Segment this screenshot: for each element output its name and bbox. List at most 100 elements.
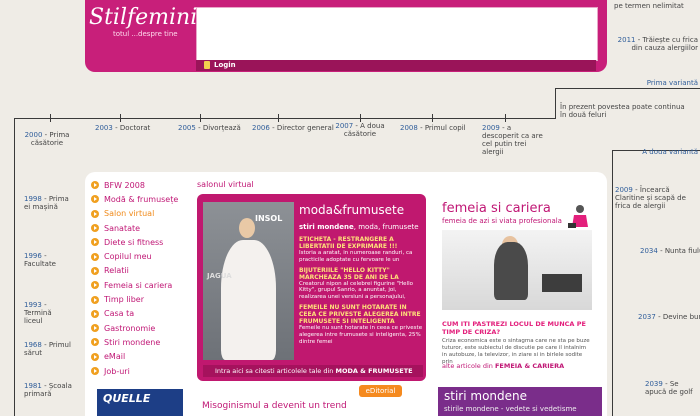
arrow-right-icon [91, 352, 99, 361]
arrow-right-icon [91, 266, 99, 275]
timeline-year: 2037 [638, 313, 656, 321]
arrow-right-icon [91, 324, 99, 333]
sidebar-item-copilul[interactable]: Copilul meu [91, 249, 187, 263]
sidebar-item-joburi[interactable]: Job-uri [91, 364, 187, 378]
timeline-year: 2011 [617, 36, 636, 44]
banner-area [196, 7, 598, 61]
woman-figure [494, 242, 528, 300]
sidebar-item-email[interactable]: eMail [91, 350, 187, 364]
editorial-badge: eDitorial [359, 385, 402, 397]
story-text: Istoria a aratat, in numeroase randuri, … [299, 250, 413, 263]
timeline-line-middle [14, 118, 556, 119]
sidebar-item-casa[interactable]: Casa ta [91, 307, 187, 321]
moda-heading[interactable]: moda&frumusete [299, 203, 404, 217]
stiri-heading[interactable]: stiri mondene [444, 389, 527, 403]
timeline-line-top [555, 88, 700, 89]
timeline-event: 2005 - Divorțează [178, 124, 241, 132]
timeline-tick [120, 114, 121, 122]
moda-feature-photo[interactable]: INSOL JAGUA [203, 202, 294, 360]
timeline-variant-two: A doua variantă [642, 148, 698, 156]
sidebar-item-label: Stiri mondene [104, 337, 161, 347]
sidebar-item-bfw[interactable]: BFW 2008 [91, 178, 187, 192]
timeline-year: 1996 [24, 252, 42, 260]
sidebar-item-cariera[interactable]: Femeia si cariera [91, 278, 187, 292]
story-headline[interactable]: FEMEILE NU SUNT HOTARATE IN CEEA CE PRIV… [299, 304, 423, 325]
sidebar-item-label: Job-uri [104, 366, 130, 376]
timeline-event: 2037 - Devine bunică [638, 313, 700, 321]
timeline-tick [50, 114, 51, 122]
sidebar-item-stiri[interactable]: Stiri mondene [91, 335, 187, 349]
timeline-year: 2008 [400, 124, 418, 132]
timeline-tick [505, 114, 506, 122]
photo-sign-text: INSOL [255, 214, 283, 223]
timeline-tick [200, 114, 201, 122]
sidebar-item-timp-liber[interactable]: Timp liber [91, 292, 187, 306]
timeline-event: 2008 - Primul copil [400, 124, 466, 132]
timeline-event-text: - Divorțează [198, 124, 241, 132]
story-text: Creatorul nipon al celebrei figurine "He… [299, 280, 413, 301]
timeline-year: 2007 [335, 122, 354, 130]
timeline-event: 1981 - Școala primară [24, 382, 72, 398]
section-title: salonul virtual [197, 180, 254, 189]
timeline-event: 2039 - Se apucă de golf [645, 380, 697, 396]
timeline-line-right [612, 150, 613, 416]
timeline-event: 2007 - A doua căsătorie [335, 122, 385, 138]
story-headline[interactable]: BIJUTERIILE "HELLO KITTY" MARCHEAZA 35 D… [299, 267, 423, 281]
sidebar-item-sanatate[interactable]: Sanatate [91, 221, 187, 235]
timeline-year: 1993 [24, 301, 42, 309]
timeline-event: 2003 - Doctorat [95, 124, 150, 132]
timeline-note: În prezent povestea poate continua în do… [560, 103, 685, 119]
site-header: Stilfeminin totul ...despre tine Login [85, 0, 607, 72]
timeline-event: 2034 - Nunta fiului ei [640, 247, 700, 255]
wedding-dress [221, 240, 276, 360]
sidebar-item-label: Relatii [104, 266, 129, 276]
quelle-ad-banner[interactable]: QUELLE [97, 389, 183, 416]
femeia-heading[interactable]: femeia si cariera [442, 201, 551, 216]
sidebar-item-label: Sanatate [104, 223, 141, 233]
femeia-feature-photo[interactable] [442, 230, 592, 310]
timeline-year: 1998 [24, 195, 42, 203]
sidebar-item-gastronomie[interactable]: Gastronomie [91, 321, 187, 335]
sidebar-item-moda[interactable]: Modă & frumusețe [91, 192, 187, 206]
arrow-right-icon [91, 238, 99, 247]
sidebar-item-label: Diete si fitness [104, 237, 164, 247]
sidebar-item-label: Salon virtual [104, 209, 155, 219]
moda-stories: ETICHETA - RESTRANGERE A LIBERTATII DE E… [299, 236, 423, 348]
timeline-event: 1998 - Prima ei mașină [24, 195, 72, 211]
moda-footer-link[interactable]: Intra aici sa citesti articolele tale di… [203, 365, 423, 377]
list-item: ETICHETA - RESTRANGERE A LIBERTATII DE E… [299, 236, 423, 264]
arrow-right-icon [91, 195, 99, 204]
stiri-subtitle: stirile mondene - vedete si vedetisme [444, 405, 577, 413]
footer-text: Intra aici sa citesti articolele tale di… [215, 367, 334, 375]
sidebar-item-label: eMail [104, 352, 126, 362]
arrow-right-icon [91, 338, 99, 347]
link-bold: FEMEIA & CARIERA [494, 362, 565, 370]
main-content: BFW 2008 Modă & frumusețe Salon virtual … [85, 172, 607, 416]
femeia-subtitle: femeia de azi si viata profesionala [442, 217, 562, 225]
editorial-article-title[interactable]: Misoginismul a devenit un trend [202, 401, 387, 411]
quelle-logo: QUELLE [103, 392, 151, 405]
timeline-tick [278, 114, 279, 122]
timeline-year: 1968 [24, 341, 42, 349]
timeline-year: 2039 [645, 380, 663, 388]
sidebar-item-label: Casa ta [104, 309, 135, 319]
sidebar-item-relatii[interactable]: Relatii [91, 264, 187, 278]
login-link[interactable]: Login [214, 61, 236, 69]
timeline-event-text: - Nunta fiului ei [660, 247, 700, 255]
login-bar: Login [196, 60, 596, 71]
moda-subtitle-bold: stiri mondene [299, 223, 354, 231]
site-logo[interactable]: Stilfeminin [89, 5, 211, 30]
stiri-mondene-box: stiri mondene stirile mondene - vedete s… [438, 387, 602, 416]
timeline-year: 2005 [178, 124, 196, 132]
timeline-year: 2006 [252, 124, 270, 132]
femeia-more-link[interactable]: alte articole din FEMEIA & CARIERA [442, 362, 564, 370]
sidebar-item-salon-virtual[interactable]: Salon virtual [91, 207, 187, 221]
site-tagline: totul ...despre tine [113, 30, 178, 38]
timeline-event-text: - Trăiește cu frica din cauza alergiilor [631, 36, 698, 52]
timeline-tick [432, 114, 433, 122]
arrow-right-icon [91, 309, 99, 318]
timeline-note: pe termen nelimitat [614, 2, 684, 10]
femeia-article-title[interactable]: CUM ITI PASTREZI LOCUL DE MUNCA PE TIMP … [442, 320, 592, 336]
story-headline[interactable]: ETICHETA - RESTRANGERE A LIBERTATII DE E… [299, 236, 423, 250]
sidebar-item-diete[interactable]: Diete si fitness [91, 235, 187, 249]
